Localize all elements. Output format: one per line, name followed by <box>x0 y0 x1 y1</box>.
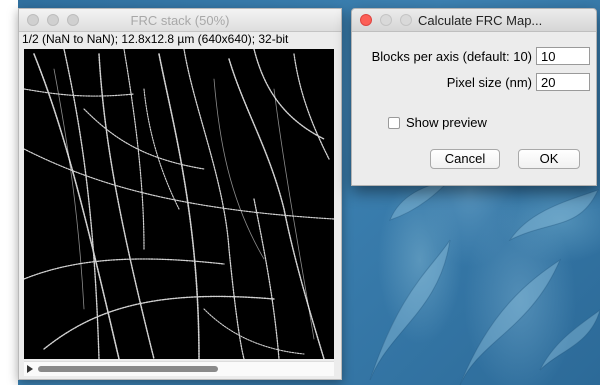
close-icon[interactable] <box>360 14 372 26</box>
show-preview-label[interactable]: Show preview <box>406 115 487 130</box>
image-window: FRC stack (50%) 1/2 (NaN to NaN); 12.8x1… <box>18 8 342 380</box>
calculate-frc-dialog: Calculate FRC Map... Blocks per axis (de… <box>351 8 597 186</box>
stack-slider[interactable] <box>24 361 334 376</box>
left-margin <box>0 0 18 385</box>
image-window-titlebar[interactable]: FRC stack (50%) <box>19 9 341 32</box>
image-window-title: FRC stack (50%) <box>130 13 230 28</box>
play-icon[interactable] <box>27 365 33 373</box>
dialog-title: Calculate FRC Map... <box>418 13 543 28</box>
image-info-line: 1/2 (NaN to NaN); 12.8x12.8 µm (640x640)… <box>22 32 289 46</box>
cancel-button[interactable]: Cancel <box>430 149 500 169</box>
pixel-size-label: Pixel size (nm) <box>446 75 532 90</box>
image-canvas[interactable] <box>24 49 334 359</box>
blocks-per-axis-input[interactable] <box>536 47 590 65</box>
desktop-leaf-pattern <box>369 180 600 385</box>
ok-button[interactable]: OK <box>518 149 580 169</box>
show-preview-checkbox[interactable] <box>388 117 400 129</box>
slider-thumb[interactable] <box>38 366 218 372</box>
microscopy-image <box>24 49 334 359</box>
zoom-icon[interactable] <box>400 14 412 26</box>
pixel-size-input[interactable] <box>536 73 590 91</box>
dialog-titlebar[interactable]: Calculate FRC Map... <box>352 9 596 32</box>
blocks-per-axis-label: Blocks per axis (default: 10) <box>371 49 532 64</box>
minimize-icon[interactable] <box>380 14 392 26</box>
